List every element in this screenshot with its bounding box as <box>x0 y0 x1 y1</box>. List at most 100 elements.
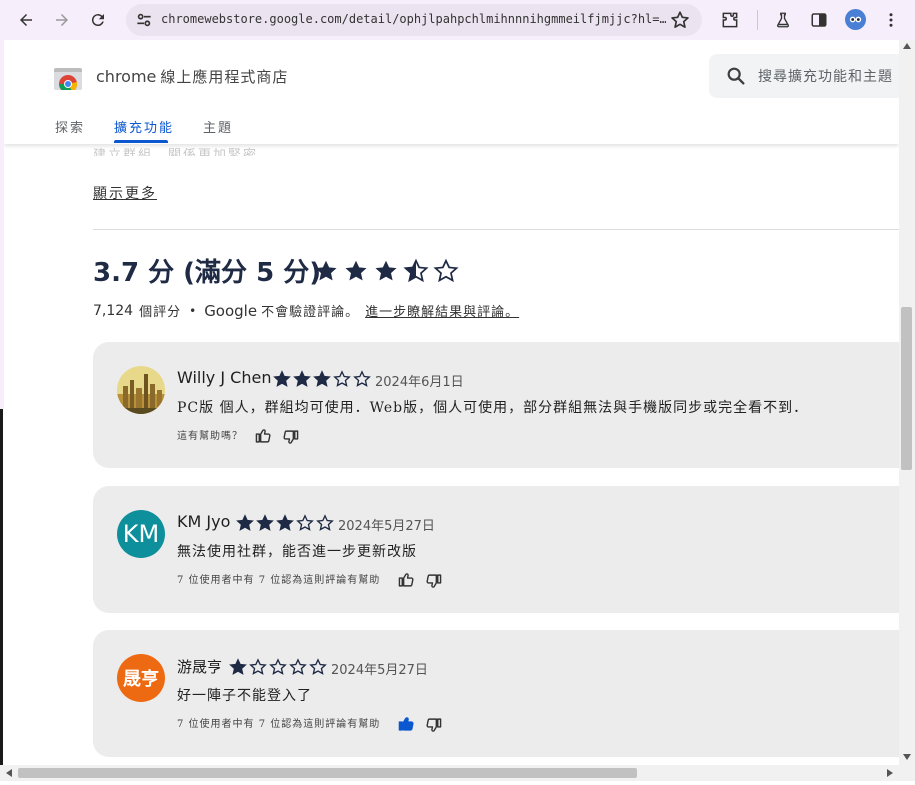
review-body: PC版 個人，群組均可使用．Web版，個人可使用，部分群組無法與手機版同步或完全… <box>177 400 809 416</box>
store-header: chrome 線上應用程式商店 搜尋擴充功能和主題 探索 擴充功能 主題 <box>4 40 899 144</box>
avatar <box>117 366 165 414</box>
review-date: 2024年6月1日 <box>375 375 464 390</box>
profile-avatar[interactable] <box>845 9 866 30</box>
avatar: 晟亨 <box>117 654 165 702</box>
url-text[interactable]: chromewebstore.google.com/detail/ophjlpa… <box>161 12 666 26</box>
rating-count-suffix: 個評分 <box>139 305 182 320</box>
reviewer-name: 游晟亨 <box>177 658 223 676</box>
scroll-right-arrow-icon[interactable] <box>887 769 893 777</box>
review-date: 2024年5月27日 <box>331 663 428 678</box>
review-stars <box>273 370 371 392</box>
vertical-scrollbar[interactable] <box>899 40 915 765</box>
labs-flask-icon[interactable] <box>771 8 795 32</box>
star-empty-icon <box>333 370 351 392</box>
avatar-initials: 晟亨 <box>123 669 159 690</box>
learn-more-link[interactable]: 進一步瞭解結果與評論。 <box>365 301 519 320</box>
review-date: 2024年5月27日 <box>338 519 435 534</box>
forward-icon[interactable] <box>50 8 74 32</box>
extensions-icon[interactable] <box>718 8 742 32</box>
thumb-down-icon[interactable] <box>282 429 299 446</box>
search-input[interactable]: 搜尋擴充功能和主題 <box>758 66 893 86</box>
scroll-up-arrow-icon[interactable] <box>903 43 911 49</box>
horizontal-scrollbar[interactable] <box>0 765 899 781</box>
address-bar[interactable]: chromewebstore.google.com/detail/ophjlpa… <box>126 4 702 36</box>
scroll-left-arrow-icon[interactable] <box>6 769 12 777</box>
active-tab-indicator <box>114 140 168 143</box>
reviewer-name: Willy J Chen <box>177 368 272 387</box>
store-brand[interactable]: chrome 線上應用程式商店 <box>96 66 288 87</box>
rating-summary-title: 3.7 分 (滿分 5 分) <box>93 258 322 288</box>
tab-themes[interactable]: 主題 <box>203 117 233 136</box>
bookmark-star-icon[interactable] <box>669 9 691 31</box>
star-half-icon <box>403 258 429 288</box>
helpful-count: 7 位使用者中有 7 位認為這則評論有幫助 <box>177 719 381 730</box>
menu-icon[interactable] <box>879 8 903 32</box>
description-tail: 建立群組，關係更加緊密 <box>93 148 259 156</box>
rating-meta: 7,124 個評分 • Google 不會驗證評論。 進一步瞭解結果與評論。 <box>93 301 519 321</box>
rating-count: 7,124 <box>93 302 134 319</box>
brand-name: chrome <box>96 67 157 86</box>
desktop-background <box>0 409 3 785</box>
show-more-link[interactable]: 顯示更多 <box>93 183 157 203</box>
review-body: 好一陣子不能登入了 <box>177 688 312 704</box>
review-card: Willy J Chen 2024年6月1日 PC版 個人，群組均可使用．Web… <box>93 342 899 468</box>
review-stars <box>229 658 327 680</box>
side-panel-icon[interactable] <box>807 8 831 32</box>
search-icon <box>725 65 747 87</box>
reviewer-name: KM Jyo <box>177 512 231 531</box>
brand-subtitle: 線上應用程式商店 <box>160 68 289 86</box>
star-empty-icon <box>316 514 334 536</box>
star-full-icon <box>313 258 339 288</box>
star-full-icon <box>313 370 331 392</box>
chrome-web-store-logo-icon[interactable] <box>54 62 82 93</box>
helpful-prompt: 這有幫助嗎？ <box>177 431 243 442</box>
not-verified-text: 不會驗證評論。 <box>261 305 360 320</box>
star-empty-icon <box>269 658 287 680</box>
star-empty-icon <box>296 514 314 536</box>
review-stars <box>236 514 334 536</box>
tab-extensions[interactable]: 擴充功能 <box>114 117 174 136</box>
thumb-up-icon[interactable] <box>398 571 415 588</box>
scrollbar-corner <box>899 765 915 781</box>
star-full-icon <box>236 514 254 536</box>
search-box[interactable]: 搜尋擴充功能和主題 <box>709 54 899 98</box>
google-word: Google <box>204 301 258 320</box>
star-full-icon <box>373 258 399 288</box>
page-content: chrome 線上應用程式商店 搜尋擴充功能和主題 探索 擴充功能 主題 建立群組… <box>4 40 899 765</box>
thumb-up-filled-icon[interactable] <box>398 715 415 732</box>
thumb-up-icon[interactable] <box>255 427 272 444</box>
star-full-icon <box>343 258 369 288</box>
window-bottom-edge <box>0 781 915 785</box>
star-empty-icon <box>433 258 459 288</box>
star-empty-icon <box>353 370 371 392</box>
site-info-icon[interactable] <box>134 10 154 30</box>
browser-toolbar: chromewebstore.google.com/detail/ophjlpa… <box>0 0 915 40</box>
toolbar-separator <box>757 10 758 30</box>
star-full-icon <box>229 658 247 680</box>
star-full-icon <box>276 514 294 536</box>
city-skyline-avatar-icon <box>117 366 165 414</box>
avatar-initials: KM <box>122 520 160 548</box>
star-empty-icon <box>309 658 327 680</box>
rating-stars <box>313 258 459 288</box>
star-empty-icon <box>249 658 267 680</box>
bullet-separator: • <box>189 303 197 318</box>
thumb-down-icon[interactable] <box>425 717 442 734</box>
scroll-down-arrow-icon[interactable] <box>903 754 911 760</box>
section-divider <box>93 229 899 230</box>
avatar: KM <box>117 510 165 558</box>
thumb-down-icon[interactable] <box>425 573 442 590</box>
star-empty-icon <box>289 658 307 680</box>
back-icon[interactable] <box>14 8 38 32</box>
helpful-count: 7 位使用者中有 7 位認為這則評論有幫助 <box>177 575 381 586</box>
review-card: 晟亨 游晟亨 2024年5月27日 好一陣子不能登入了 7 位使用者中有 7 位… <box>93 630 899 757</box>
star-full-icon <box>256 514 274 536</box>
review-body: 無法使用社群，能否進一步更新改版 <box>177 544 417 560</box>
review-card: KM KM Jyo 2024年5月27日 無法使用社群，能否進一步更新改版 7 … <box>93 486 899 613</box>
reload-icon[interactable] <box>86 8 110 32</box>
tab-discover[interactable]: 探索 <box>55 117 85 136</box>
star-full-icon <box>293 370 311 392</box>
star-full-icon <box>273 370 291 392</box>
horizontal-scroll-thumb[interactable] <box>18 768 637 778</box>
vertical-scroll-thumb[interactable] <box>901 307 912 470</box>
